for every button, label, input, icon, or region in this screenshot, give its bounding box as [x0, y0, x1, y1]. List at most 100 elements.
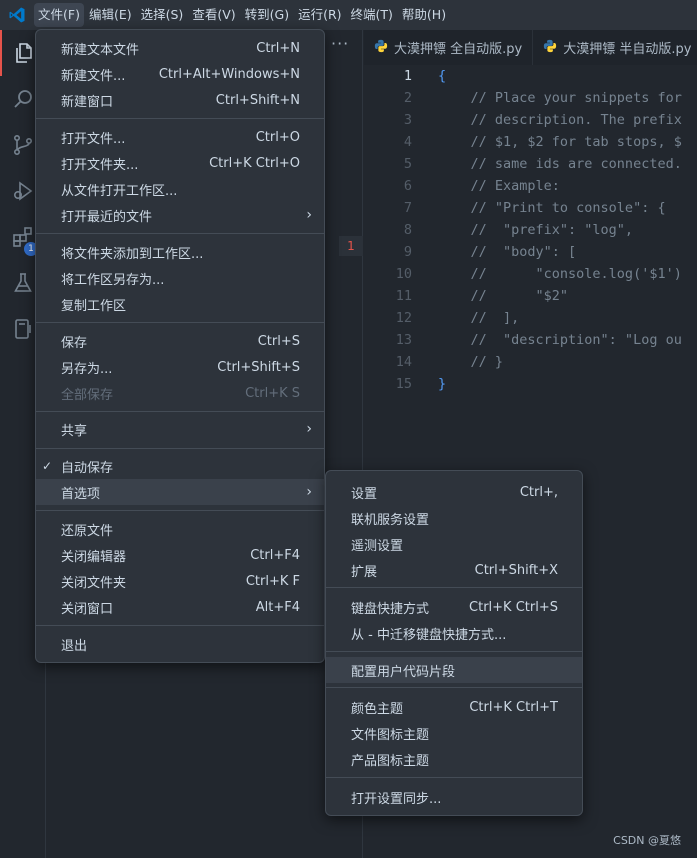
menu-item-file-icon-theme[interactable]: 文件图标主题	[326, 720, 582, 746]
menu-item-telemetry-settings[interactable]: 遥测设置	[326, 531, 582, 557]
menu-item-close-window[interactable]: 关闭窗口 Alt+F4	[36, 594, 324, 620]
menu-item-label: 新建文件...	[61, 68, 126, 84]
code-line: 2 // Place your snippets for	[364, 87, 697, 109]
menu-item-open-workspace-from-file[interactable]: 从文件打开工作区...	[36, 176, 324, 202]
menu-item-label: 产品图标主题	[351, 753, 430, 769]
menu-item-new-file[interactable]: 新建文件... Ctrl+Alt+Windows+N	[36, 61, 324, 87]
menu-item-share[interactable]: 共享 ›	[36, 416, 324, 442]
tab-semi-auto[interactable]: 大漠押镖 半自动版.py	[533, 30, 697, 65]
check-icon: ✓	[42, 459, 53, 473]
line-number: 4	[403, 134, 412, 150]
menu-item-shortcut: Ctrl+K Ctrl+T	[469, 699, 558, 715]
menu-view[interactable]: 查看(V)	[188, 3, 239, 27]
code-line: 1{	[364, 65, 697, 87]
menu-item-label: 将文件夹添加到工作区...	[61, 246, 204, 262]
menu-item-shortcut: Ctrl+K S	[245, 385, 300, 401]
menu-item-open-recent[interactable]: 打开最近的文件 ›	[36, 202, 324, 228]
line-number: 7	[403, 200, 412, 216]
menu-item-label: 保存	[61, 335, 88, 351]
menu-go[interactable]: 转到(G)	[241, 3, 293, 27]
menu-item-label: 从文件打开工作区...	[61, 183, 178, 199]
menu-item-auto-save[interactable]: ✓ 自动保存	[36, 453, 324, 479]
menu-item-duplicate-workspace[interactable]: 复制工作区	[36, 291, 324, 317]
code-text: // $1, $2 for tab stops, $	[438, 134, 682, 150]
menu-item-color-theme[interactable]: 颜色主题 Ctrl+K Ctrl+T	[326, 694, 582, 720]
line-number: 13	[395, 332, 412, 348]
menu-item-save-as[interactable]: 另存为... Ctrl+Shift+S	[36, 354, 324, 380]
code-text: }	[438, 376, 447, 392]
problem-count-badge: 1	[339, 236, 363, 256]
menu-item-close-folder[interactable]: 关闭文件夹 Ctrl+K F	[36, 568, 324, 594]
menu-item-extensions[interactable]: 扩展 Ctrl+Shift+X	[326, 557, 582, 583]
menu-item-revert-file[interactable]: 还原文件	[36, 516, 324, 542]
menu-item-label: 退出	[61, 638, 88, 654]
menu-edit[interactable]: 编辑(E)	[85, 3, 136, 27]
menu-item-product-icon-theme[interactable]: 产品图标主题	[326, 746, 582, 772]
line-number: 11	[395, 288, 412, 304]
menu-item-open-file[interactable]: 打开文件... Ctrl+O	[36, 124, 324, 150]
menu-item-new-window[interactable]: 新建窗口 Ctrl+Shift+N	[36, 87, 324, 113]
code-text: // ],	[438, 310, 520, 326]
menu-item-new-text-file[interactable]: 新建文本文件 Ctrl+N	[36, 35, 324, 61]
menu-item-label: 全部保存	[61, 387, 114, 403]
menu-item-save-workspace-as[interactable]: 将工作区另存为...	[36, 265, 324, 291]
menu-item-label: 打开文件...	[61, 131, 126, 147]
code-text: // Example:	[438, 178, 560, 194]
menu-item-label: 新建窗口	[61, 94, 114, 110]
code-text: // "prefix": "log",	[438, 222, 634, 238]
menu-item-configure-user-snippets[interactable]: 配置用户代码片段	[326, 657, 582, 683]
line-number: 2	[403, 90, 412, 106]
menu-item-open-folder[interactable]: 打开文件夹... Ctrl+K Ctrl+O	[36, 150, 324, 176]
menu-item-keyboard-shortcuts[interactable]: 键盘快捷方式 Ctrl+K Ctrl+S	[326, 594, 582, 620]
menu-item-add-folder-to-workspace[interactable]: 将文件夹添加到工作区...	[36, 239, 324, 265]
menu-help[interactable]: 帮助(H)	[398, 3, 450, 27]
menu-item-migrate-keyboard-shortcuts[interactable]: 从 - 中迁移键盘快捷方式...	[326, 620, 582, 646]
code-text: // same ids are connected.	[438, 156, 682, 172]
menu-item-shortcut: Ctrl+O	[255, 129, 300, 145]
code-text: // "description": "Log ou	[438, 332, 682, 348]
menu-item-open-settings-sync[interactable]: 打开设置同步...	[326, 784, 582, 810]
menu-item-save[interactable]: 保存 Ctrl+S	[36, 328, 324, 354]
menu-item-label: 复制工作区	[61, 298, 127, 314]
menu-item-label: 联机服务设置	[351, 512, 430, 528]
python-file-icon	[543, 39, 557, 57]
menu-item-label: 扩展	[351, 564, 378, 580]
menu-run[interactable]: 运行(R)	[294, 3, 345, 27]
menu-separator	[36, 448, 324, 449]
menu-terminal[interactable]: 终端(T)	[347, 3, 397, 27]
code-line: 8 // "prefix": "log",	[364, 219, 697, 241]
line-number: 3	[403, 112, 412, 128]
menu-item-exit[interactable]: 退出	[36, 631, 324, 657]
tab-full-auto[interactable]: 大漠押镖 全自动版.py	[364, 30, 534, 65]
code-line: 12 // ],	[364, 307, 697, 329]
menu-item-label: 配置用户代码片段	[351, 664, 456, 680]
menu-separator	[326, 651, 582, 652]
menu-item-shortcut: Ctrl+K F	[245, 573, 300, 589]
menu-item-preferences[interactable]: 首选项 ›	[36, 479, 324, 505]
menu-separator	[326, 687, 582, 688]
code-text: // "console.log('$1')	[438, 266, 682, 282]
code-line: 7 // "Print to console": {	[364, 197, 697, 219]
code-line: 15}	[364, 373, 697, 395]
menu-separator	[326, 777, 582, 778]
line-number: 5	[403, 156, 412, 172]
menu-item-close-editor[interactable]: 关闭编辑器 Ctrl+F4	[36, 542, 324, 568]
menu-item-settings[interactable]: 设置 Ctrl+,	[326, 479, 582, 505]
code-text: // Place your snippets for	[438, 90, 682, 106]
menu-item-save-all: 全部保存 Ctrl+K S	[36, 380, 324, 406]
menu-item-label: 文件图标主题	[351, 727, 430, 743]
file-menu: 新建文本文件 Ctrl+N 新建文件... Ctrl+Alt+Windows+N 新建窗…	[35, 29, 325, 663]
menu-item-online-services-settings[interactable]: 联机服务设置	[326, 505, 582, 531]
menu-file[interactable]: 文件(F)	[34, 3, 84, 27]
menu-selection[interactable]: 选择(S)	[137, 3, 188, 27]
menu-item-shortcut: Ctrl+K Ctrl+O	[209, 155, 300, 171]
line-number: 12	[395, 310, 412, 326]
menu-separator	[36, 625, 324, 626]
menu-separator	[326, 587, 582, 588]
menu-item-label: 还原文件	[61, 523, 114, 539]
menu-separator	[36, 510, 324, 511]
tab-label: 大漠押镖 全自动版.py	[394, 42, 523, 57]
menu-item-label: 关闭文件夹	[61, 575, 127, 591]
sidebar-more-actions-icon[interactable]: ···	[331, 34, 349, 53]
menu-item-label: 从 - 中迁移键盘快捷方式...	[351, 627, 507, 643]
